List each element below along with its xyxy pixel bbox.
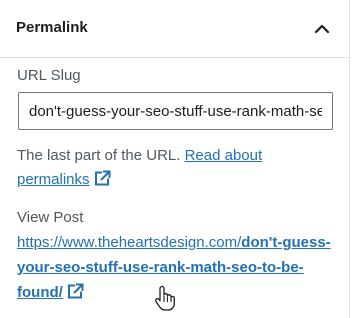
permalink-panel-header[interactable]: Permalink bbox=[0, 0, 349, 58]
chevron-up-icon[interactable] bbox=[308, 15, 336, 43]
url-slug-label: URL Slug bbox=[17, 67, 81, 84]
slug-help-text: The last part of the URL. Read about per… bbox=[17, 144, 337, 192]
permalink-panel: Permalink URL Slug The last part of the … bbox=[0, 0, 350, 318]
external-link-icon bbox=[65, 282, 85, 300]
external-link-icon bbox=[92, 169, 112, 187]
url-slug-input[interactable] bbox=[18, 92, 333, 130]
view-post-label: View Post bbox=[17, 209, 84, 226]
view-post-url-base: https://www.theheartsdesign.com/ bbox=[17, 234, 242, 251]
help-text-static: The last part of the URL. bbox=[17, 147, 181, 164]
view-post-url: https://www.theheartsdesign.com/don't-gu… bbox=[17, 230, 337, 305]
panel-title: Permalink bbox=[16, 19, 88, 36]
hand-pointer-icon bbox=[152, 284, 176, 312]
